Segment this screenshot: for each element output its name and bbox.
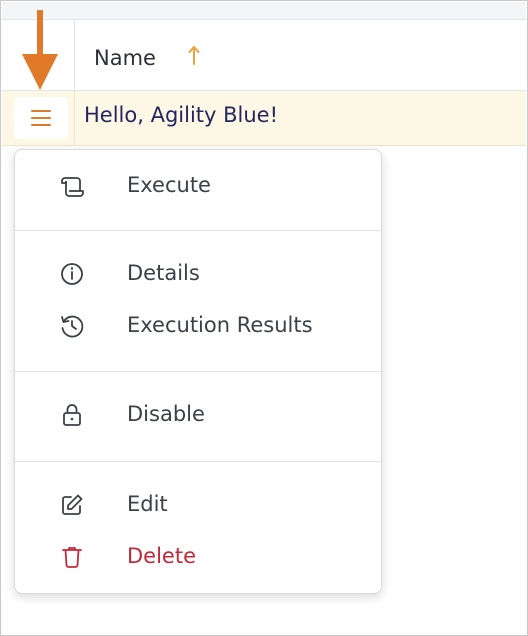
lock-icon — [63, 404, 81, 426]
row-name-cell[interactable]: Hello, Agility Blue! — [84, 103, 278, 127]
trash-icon — [62, 547, 82, 568]
top-strip — [2, 2, 526, 20]
menu-divider — [15, 230, 381, 231]
column-divider — [74, 91, 75, 145]
row-context-menu: Execute Details Execution Results Disabl… — [14, 149, 382, 594]
menu-item-label: Edit — [127, 492, 168, 516]
hamburger-icon — [31, 110, 51, 126]
script-icon — [61, 177, 84, 197]
annotation-arrow-icon — [22, 10, 58, 90]
edit-icon — [62, 494, 83, 515]
menu-item-execution-results[interactable]: Execution Results — [15, 302, 381, 350]
menu-item-label: Details — [127, 261, 200, 285]
menu-item-details[interactable]: Details — [15, 250, 381, 298]
row-menu-button[interactable] — [14, 97, 68, 139]
menu-item-edit[interactable]: Edit — [15, 481, 381, 529]
menu-item-label: Delete — [127, 544, 196, 568]
menu-item-label: Execute — [127, 173, 211, 197]
info-icon — [61, 263, 83, 285]
menu-divider — [15, 371, 381, 372]
menu-divider — [15, 461, 381, 462]
column-divider — [74, 20, 75, 90]
menu-item-disable[interactable]: Disable — [15, 391, 381, 439]
history-icon — [61, 315, 84, 338]
column-header-name[interactable]: Name — [94, 46, 156, 70]
menu-item-execute[interactable]: Execute — [15, 162, 381, 210]
table-row[interactable]: Hello, Agility Blue! — [2, 91, 526, 146]
menu-item-label: Disable — [127, 402, 205, 426]
menu-item-delete[interactable]: Delete — [15, 533, 381, 581]
menu-item-label: Execution Results — [127, 313, 313, 337]
sort-ascending-icon[interactable] — [188, 44, 200, 66]
table-header: Name — [2, 20, 526, 91]
